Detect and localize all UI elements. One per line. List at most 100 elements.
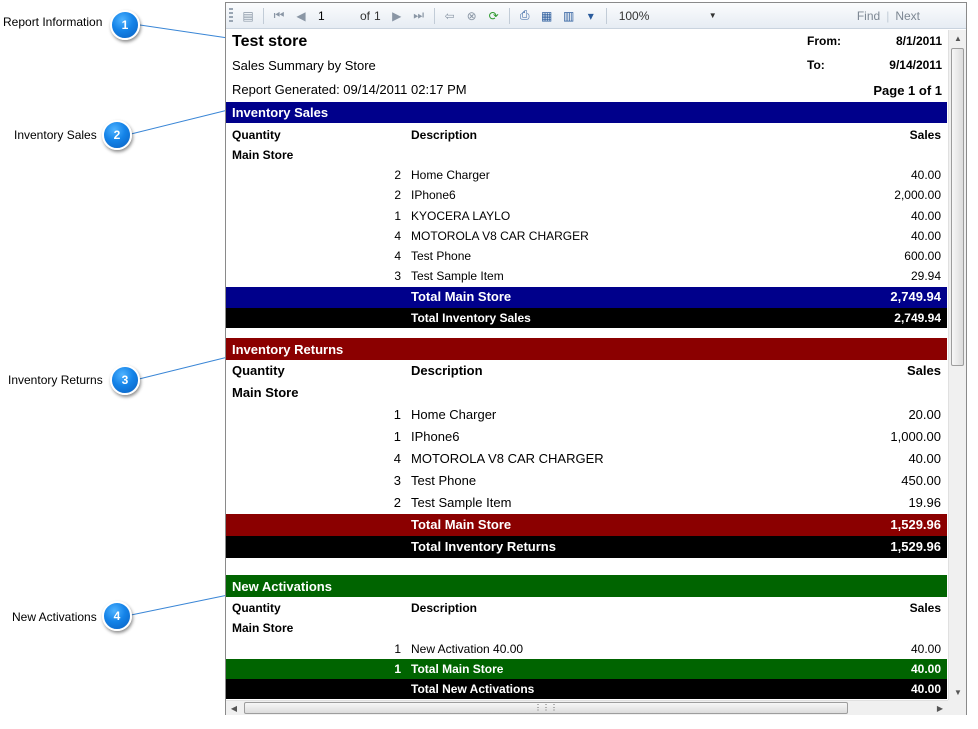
row-quantity: 1 [393,407,401,422]
row-description: MOTOROLA V8 CAR CHARGER [411,229,589,243]
store-total-row: 1 Total Main Store 40.00 [226,659,947,679]
callout-label-inventory-sales: Inventory Sales [14,128,97,142]
horizontal-scrollbar[interactable]: ◀ ⋮⋮⋮ ▶ [226,700,948,715]
table-row: 3 Test Phone 450.00 [226,471,947,491]
document-map-icon[interactable]: ▤ [238,7,258,25]
grand-total-value: 2,749.94 [894,311,941,325]
scroll-up-icon[interactable]: ▲ [949,30,967,46]
page-setup-icon[interactable]: ▥ [559,7,579,25]
last-page-icon[interactable]: ⏭ [409,7,429,25]
row-quantity: 4 [394,229,401,243]
export-save-icon[interactable]: ▾ [581,7,601,25]
store-group-label: Main Store [226,145,947,165]
row-amount: 40.00 [910,229,941,243]
callout-label-report-information: Report Information [3,15,103,29]
table-row: 2 Home Charger 40.00 [226,165,947,185]
report-page: Test store Sales Summary by Store Report… [226,30,948,700]
column-headers: Quantity Description Sales [226,361,947,383]
page-number-input[interactable] [314,6,352,25]
to-value: 9/14/2011 [889,58,942,72]
row-description: Home Charger [411,407,497,422]
store-total-row: Total Main Store 2,749.94 [226,287,947,308]
store-name-label: Main Store [232,385,299,400]
row-amount: 19.96 [908,495,941,510]
chevron-down-icon: ▼ [708,11,717,20]
section-header-inventory-returns: Inventory Returns [226,338,947,360]
column-headers: Quantity Description Sales [226,125,947,145]
page-indicator: Page 1 of 1 [873,83,942,98]
column-header-description: Description [411,363,483,378]
back-icon[interactable]: ⇦ [440,7,460,25]
report-generated: Report Generated: 09/14/2011 02:17 PM [232,82,467,97]
refresh-icon[interactable]: ⟳ [484,7,504,25]
stop-icon[interactable]: ⊗ [462,7,482,25]
grand-total-value: 40.00 [910,682,941,696]
total-pages-label: 1 [374,8,381,23]
scroll-left-icon[interactable]: ◀ [226,701,242,715]
find-link[interactable]: Find [857,9,880,23]
scroll-down-icon[interactable]: ▼ [949,684,967,700]
table-row: 4 MOTOROLA V8 CAR CHARGER 40.00 [226,449,947,469]
row-description: Test Sample Item [411,495,512,510]
row-quantity: 2 [393,495,401,510]
callout-badge-1: 1 [110,10,140,40]
previous-page-icon[interactable]: ◀ [291,7,311,25]
toolbar-separator [508,7,510,24]
store-total-label: Total Main Store [411,662,504,676]
toolbar-grip[interactable] [229,7,233,24]
store-total-value: 2,749.94 [890,289,941,304]
first-page-icon[interactable]: ⏮ [269,7,289,25]
print-layout-icon[interactable]: ▦ [537,7,557,25]
store-total-label: Total Main Store [411,517,512,532]
from-label: From: [807,34,841,48]
table-row: 1 New Activation 40.00 40.00 [226,639,947,659]
row-quantity: 2 [394,188,401,202]
column-header-sales: Sales [907,363,941,378]
scroll-right-icon[interactable]: ▶ [932,701,948,715]
store-name-label: Main Store [232,621,294,635]
grand-total-row: Total Inventory Sales 2,749.94 [226,308,947,328]
scrollbar-corner [948,700,966,715]
row-amount: 29.94 [910,269,941,283]
row-amount: 40.00 [908,451,941,466]
table-row: 1 IPhone6 1,000.00 [226,427,947,447]
row-description: KYOCERA LAYLO [411,209,511,223]
table-row: 1 Home Charger 20.00 [226,405,947,425]
row-description: Test Phone [411,473,477,488]
row-description: IPhone6 [411,429,460,444]
vertical-scroll-thumb[interactable] [951,48,964,366]
zoom-select[interactable]: 100% ▼ [613,7,723,25]
print-icon[interactable]: ⎙ [515,7,535,25]
column-header-quantity: Quantity [232,601,281,615]
next-link[interactable]: Next [895,9,920,23]
column-header-description: Description [411,128,478,142]
row-quantity: 3 [394,269,401,283]
column-header-description: Description [411,601,478,615]
column-header-sales: Sales [909,128,941,142]
vertical-scrollbar[interactable]: ▲ ▼ [948,30,966,700]
next-page-icon[interactable]: ▶ [387,7,407,25]
row-quantity: 1 [393,429,401,444]
toolbar-separator [605,7,607,24]
find-next-divider: | [886,8,890,23]
row-description: IPhone6 [411,188,456,202]
row-description: Test Sample Item [411,269,504,283]
row-amount: 450.00 [901,473,941,488]
row-amount: 2,000.00 [894,188,941,202]
row-quantity: 4 [394,249,401,263]
row-description: New Activation 40.00 [411,642,524,656]
zoom-value: 100% [618,8,650,23]
store-group-label: Main Store [226,383,947,403]
row-quantity: 2 [394,168,401,182]
store-group-label: Main Store [226,618,947,638]
column-headers: Quantity Description Sales [226,598,947,618]
section-header-inventory-sales: Inventory Sales [226,102,947,123]
horizontal-scroll-thumb[interactable]: ⋮⋮⋮ [244,702,848,714]
report-viewer: ▤ ⏮ ◀ of 1 ▶ ⏭ ⇦ ⊗ ⟳ ⎙ ▦ ▥ ▾ 100% ▼ Find… [225,2,967,715]
row-quantity: 1 [394,209,401,223]
row-quantity: 3 [393,473,401,488]
table-row: 1 KYOCERA LAYLO 40.00 [226,206,947,226]
row-amount: 40.00 [910,642,941,656]
row-quantity: 4 [393,451,401,466]
column-header-quantity: Quantity [232,363,285,378]
